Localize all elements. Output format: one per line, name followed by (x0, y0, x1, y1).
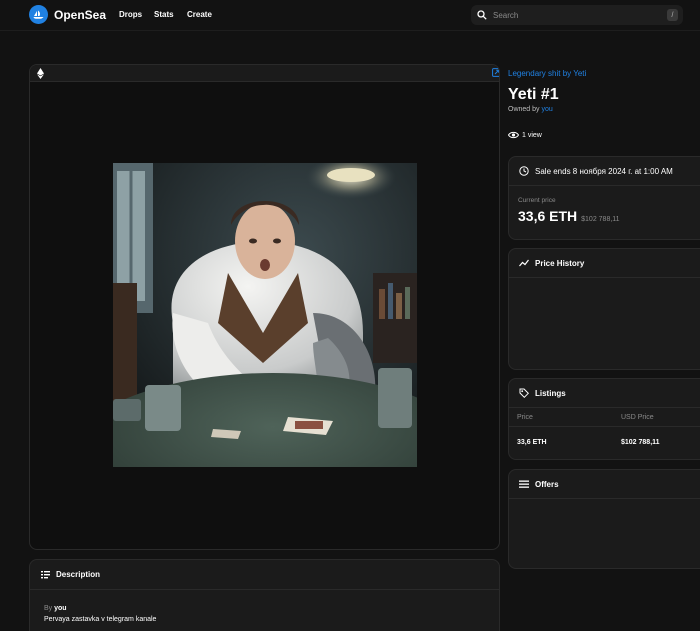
description-panel: Description By you Pervaya zastavka v te… (29, 559, 500, 631)
opensea-logo-icon (29, 5, 48, 24)
listings-panel: Listings Price USD Price 33,6 ETH $102 7… (508, 378, 700, 460)
eye-icon (508, 131, 519, 139)
table-row[interactable]: 33,6 ETH $102 788,11 (509, 428, 700, 456)
owned-by-prefix: Owned by (508, 106, 540, 113)
search-bar[interactable]: / (471, 5, 683, 25)
top-nav-bar: OpenSea Drops Stats Create / (0, 0, 700, 31)
col-usd-price: USD Price (621, 414, 654, 421)
price-history-panel: Price History (508, 248, 700, 370)
search-icon (477, 10, 487, 20)
nft-image-card: 0 (29, 64, 500, 550)
offers-header[interactable]: Offers (509, 470, 700, 499)
price-eth: 33,6 ETH (518, 208, 578, 224)
item-title: Yeti #1 (508, 86, 559, 103)
external-link-icon[interactable] (492, 68, 500, 77)
tag-icon (519, 388, 529, 398)
nav-create[interactable]: Create (187, 10, 212, 19)
listings-title: Listings (535, 388, 566, 398)
price-history-header[interactable]: Price History (509, 249, 700, 278)
description-title: Description (56, 570, 101, 579)
menu-lines-icon (41, 571, 50, 579)
sale-panel: Sale ends 8 ноября 2024 г. at 1:00 AM Cu… (508, 156, 700, 240)
description-by-prefix: By (44, 605, 53, 612)
list-icon (519, 480, 529, 488)
description-header[interactable]: Description (30, 560, 499, 590)
current-price-label: Current price (518, 197, 556, 204)
price-usd: $102 788,11 (581, 216, 620, 223)
current-price: 33,6 ETH $102 788,11 (518, 208, 620, 224)
listing-usd-price: $102 788,11 (621, 439, 660, 446)
ethereum-icon (37, 68, 44, 79)
nav-stats[interactable]: Stats (154, 10, 174, 19)
col-price: Price (517, 414, 533, 421)
view-count: 1 view (508, 131, 542, 139)
sale-ends-text: Sale ends 8 ноября 2024 г. at 1:00 AM (535, 166, 673, 176)
nav-drops[interactable]: Drops (119, 10, 142, 19)
brand-name: OpenSea (54, 7, 107, 22)
collection-link[interactable]: Legendary shit by Yeti (508, 69, 586, 78)
view-count-label: 1 view (522, 131, 542, 139)
listings-table-header: Price USD Price (509, 409, 700, 427)
description-author: By you (44, 605, 67, 612)
sale-ends-header: Sale ends 8 ноября 2024 г. at 1:00 AM (509, 157, 700, 186)
clock-icon (519, 166, 529, 176)
offers-title: Offers (535, 479, 559, 489)
search-input[interactable] (493, 10, 663, 20)
image-card-toolbar: 0 (30, 65, 499, 82)
opensea-logo[interactable]: OpenSea (29, 5, 106, 24)
nft-artwork[interactable] (113, 163, 417, 467)
price-history-title: Price History (535, 258, 585, 268)
trend-line-icon (519, 259, 529, 267)
owner-link[interactable]: you (541, 106, 552, 113)
listing-price: 33,6 ETH (517, 439, 547, 446)
owned-by: Owned by you (508, 106, 553, 113)
listings-header[interactable]: Listings (509, 379, 700, 408)
search-shortcut-badge: / (667, 9, 678, 21)
offers-panel: Offers (508, 469, 700, 569)
description-author-name[interactable]: you (54, 605, 66, 612)
description-text: Pervaya zastavka v telegram kanale (44, 616, 157, 623)
